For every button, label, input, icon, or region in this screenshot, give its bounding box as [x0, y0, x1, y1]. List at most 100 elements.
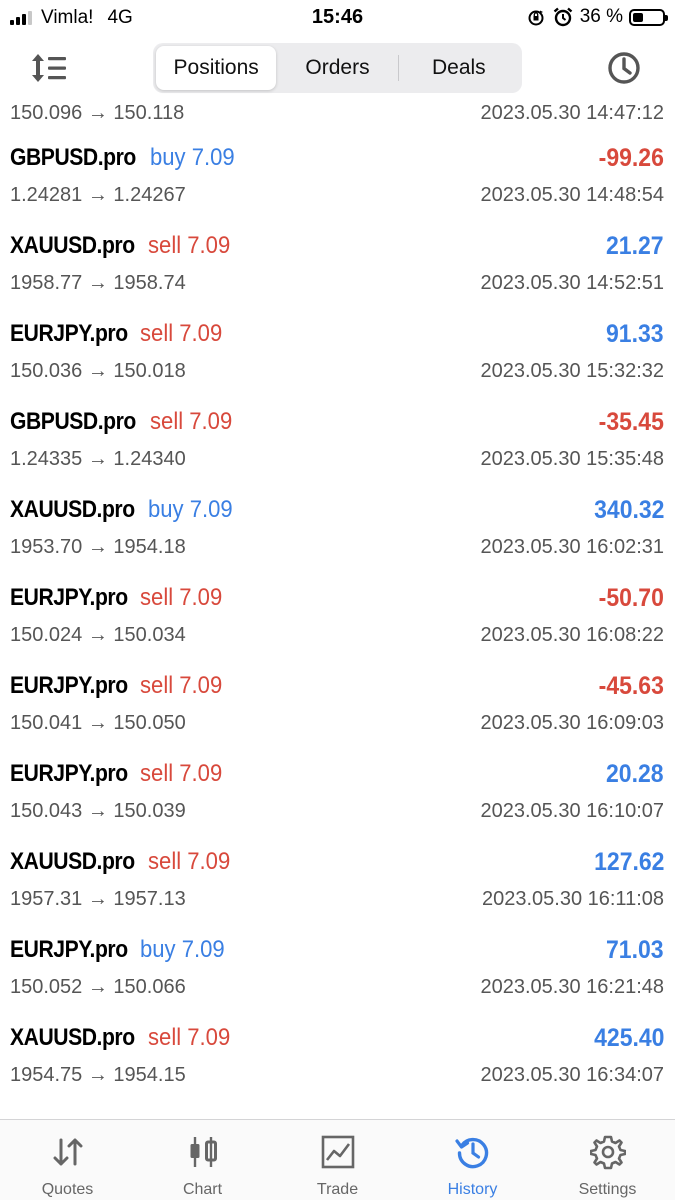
deals-list: 150.096 → 150.118 2023.05.30 14:47:12 GB…: [0, 92, 675, 1104]
list-item[interactable]: EURJPY.pro sell 7.09 20.28 150.043 → 150.0…: [0, 752, 675, 840]
tab-settings[interactable]: Settings: [540, 1120, 675, 1200]
deal-prices: 1957.31 → 1957.13: [10, 888, 186, 910]
deal-profit: 20.28: [606, 760, 664, 788]
deal-time: 2023.05.30 16:02:31: [480, 536, 664, 558]
deal-symbol: EURJPY.pro: [10, 584, 128, 611]
deal-prices: 1953.70 → 1954.18: [10, 536, 186, 558]
deal-side-volume: sell 7.09: [148, 1024, 231, 1051]
deal-side-volume: sell 7.09: [148, 848, 231, 875]
list-item[interactable]: XAUUSD.pro sell 7.09 425.40 1954.75 → 1954…: [0, 1016, 675, 1104]
quotes-arrows-icon: [53, 1138, 82, 1166]
deal-side-volume: sell 7.09: [149, 408, 232, 435]
deal-title: XAUUSD.pro sell 7.09: [10, 232, 238, 260]
tab-label: History: [447, 1181, 498, 1198]
list-item[interactable]: EURJPY.pro sell 7.09 -45.63 150.041 → 150.…: [0, 664, 675, 752]
orientation-lock-icon: [528, 10, 544, 26]
deal-symbol: GBPUSD.pro: [10, 144, 136, 171]
trade-chart-icon: [321, 1135, 354, 1169]
battery-icon: [629, 8, 668, 26]
tab-label: Chart: [182, 1181, 223, 1198]
deal-title: EURJPY.pro sell 7.09: [10, 672, 230, 700]
deal-time: 2023.05.30 14:52:51: [480, 272, 664, 294]
deal-time: 2023.05.30 16:34:07: [480, 1064, 664, 1086]
deal-prices: 1.24335 → 1.24340: [10, 448, 186, 470]
deal-profit: -99.26: [598, 144, 664, 172]
deal-profit: -35.45: [598, 408, 664, 436]
deal-time: 2023.05.30 14:47:12: [480, 102, 664, 124]
alarm-icon: [553, 7, 572, 27]
sort-icon[interactable]: [30, 50, 74, 86]
deal-symbol: EURJPY.pro: [10, 936, 128, 963]
deal-profit: 340.32: [593, 496, 664, 524]
deal-profit: 127.62: [593, 848, 664, 876]
segment-positions[interactable]: Positions: [156, 46, 277, 90]
status-right: 36 %: [526, 6, 668, 28]
list-item[interactable]: EURJPY.pro sell 7.09 91.33 150.036 → 150.0…: [0, 312, 675, 400]
list-item[interactable]: EURJPY.pro buy 7.09 71.03 150.052 → 150.06…: [0, 928, 675, 1016]
deal-symbol: EURJPY.pro: [10, 320, 128, 347]
deal-profit: -50.70: [598, 584, 664, 612]
history-clock-icon: [454, 1137, 488, 1169]
deal-title: EURJPY.pro sell 7.09: [10, 320, 230, 348]
deal-title: XAUUSD.pro sell 7.09: [10, 848, 238, 876]
list-item[interactable]: XAUUSD.pro sell 7.09 21.27 1958.77 → 1958.…: [0, 224, 675, 312]
deal-prices: 150.024 → 150.034: [10, 624, 186, 646]
status-bar: Vimla! 4G 15:46 36 %: [0, 0, 675, 34]
deal-prices: 1.24281 → 1.24267: [10, 184, 186, 206]
list-item[interactable]: GBPUSD.pro buy 7.09 -99.26 1.24281 → 1.242…: [0, 136, 675, 224]
deal-profit: -45.63: [598, 672, 664, 700]
deal-side-volume: buy 7.09: [149, 144, 235, 171]
deal-time: 2023.05.30 16:10:07: [480, 800, 664, 822]
list-item[interactable]: EURJPY.pro sell 7.09 -50.70 150.024 → 150.…: [0, 576, 675, 664]
tab-label: Settings: [578, 1181, 637, 1198]
tab-chart[interactable]: Chart: [135, 1120, 270, 1200]
deal-symbol: XAUUSD.pro: [10, 848, 135, 875]
deal-prices: 1958.77 → 1958.74: [10, 272, 186, 294]
list-item[interactable]: 150.096 → 150.118 2023.05.30 14:47:12: [0, 92, 675, 136]
deal-title: GBPUSD.pro buy 7.09: [10, 144, 242, 172]
deal-symbol: GBPUSD.pro: [10, 408, 136, 435]
deal-prices: 150.041 → 150.050: [10, 712, 186, 734]
tab-history[interactable]: History: [405, 1120, 540, 1200]
deal-title: EURJPY.pro sell 7.09: [10, 584, 230, 612]
period-clock-icon[interactable]: [604, 50, 644, 86]
deal-side-volume: sell 7.09: [140, 320, 223, 347]
tab-quotes[interactable]: Quotes: [0, 1120, 135, 1200]
top-toolbar: Positions Orders Deals: [0, 38, 675, 98]
deal-title: GBPUSD.pro sell 7.09: [10, 408, 239, 436]
deal-time: 2023.05.30 15:32:32: [480, 360, 664, 382]
tab-label: Quotes: [41, 1181, 94, 1198]
deal-side-volume: buy 7.09: [148, 496, 234, 523]
deal-title: XAUUSD.pro buy 7.09: [10, 496, 240, 524]
list-item[interactable]: XAUUSD.pro buy 7.09 340.32 1953.70 → 1954.…: [0, 488, 675, 576]
candlestick-chart-icon: [190, 1137, 217, 1167]
deal-time: 2023.05.30 14:48:54: [480, 184, 664, 206]
deal-profit: 91.33: [606, 320, 664, 348]
deal-symbol: XAUUSD.pro: [10, 232, 135, 259]
deal-profit: 425.40: [593, 1024, 664, 1052]
bottom-tab-bar: Quotes Chart Trade History Settings: [0, 1119, 675, 1200]
battery-percentage: 36 %: [579, 6, 623, 27]
deal-prices: 150.043 → 150.039: [10, 800, 186, 822]
segment-deals[interactable]: Deals: [399, 46, 519, 90]
list-item[interactable]: XAUUSD.pro sell 7.09 127.62 1957.31 → 1957…: [0, 840, 675, 928]
view-segmented-control: Positions Orders Deals: [153, 43, 522, 93]
deal-prices: 150.096 → 150.118: [10, 102, 185, 124]
deal-time: 2023.05.30 15:35:48: [480, 448, 664, 470]
deal-side-volume: sell 7.09: [148, 232, 231, 259]
deal-profit: 21.27: [606, 232, 664, 260]
deal-side-volume: buy 7.09: [140, 936, 226, 963]
deal-side-volume: sell 7.09: [140, 760, 223, 787]
deal-symbol: XAUUSD.pro: [10, 496, 135, 523]
deal-time: 2023.05.30 16:09:03: [480, 712, 664, 734]
gear-icon: [589, 1135, 626, 1170]
deal-symbol: XAUUSD.pro: [10, 1024, 135, 1051]
deal-title: EURJPY.pro sell 7.09: [10, 760, 230, 788]
deal-side-volume: sell 7.09: [140, 584, 223, 611]
list-item[interactable]: GBPUSD.pro sell 7.09 -35.45 1.24335 → 1.24…: [0, 400, 675, 488]
deal-side-volume: sell 7.09: [140, 672, 223, 699]
tab-trade[interactable]: Trade: [270, 1120, 405, 1200]
deal-prices: 1954.75 → 1954.15: [10, 1064, 186, 1086]
segment-orders[interactable]: Orders: [277, 46, 397, 90]
tab-label: Trade: [316, 1181, 359, 1198]
